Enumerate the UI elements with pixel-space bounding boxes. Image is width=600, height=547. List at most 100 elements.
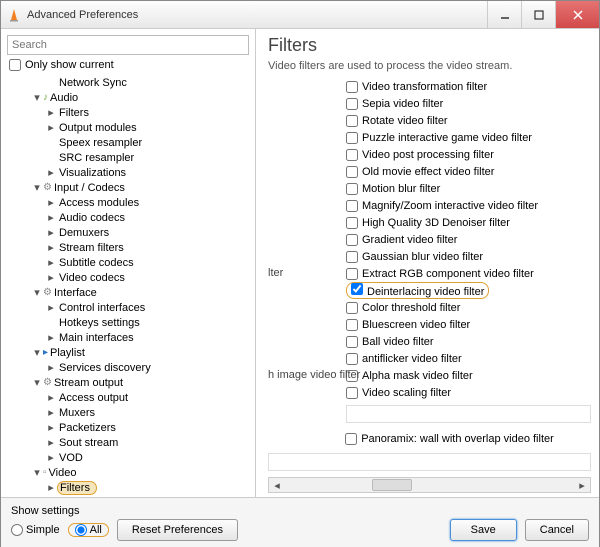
filter-label: Ball video filter [362, 336, 434, 348]
tree-item-label: Muxers [57, 407, 95, 419]
tree-item[interactable]: ▸Sout stream [41, 435, 249, 450]
input-strip[interactable] [268, 453, 591, 471]
radio-simple[interactable]: Simple [11, 524, 60, 536]
filter-checkbox[interactable] [346, 387, 358, 399]
reset-preferences-button[interactable]: Reset Preferences [117, 519, 238, 541]
filter-checkbox[interactable] [346, 353, 358, 365]
tree-item[interactable]: Speex resampler [41, 135, 249, 150]
filter-checkbox[interactable] [346, 98, 358, 110]
close-button[interactable] [555, 1, 599, 28]
expand-icon[interactable]: ▸ [45, 331, 57, 344]
filter-checkbox[interactable] [346, 166, 358, 178]
expand-icon[interactable]: ▸ [45, 226, 57, 239]
filter-checkbox[interactable] [346, 319, 358, 331]
panoramix-checkbox[interactable] [345, 433, 357, 445]
tree-item[interactable]: Hotkeys settings [41, 315, 249, 330]
filter-checkbox[interactable] [346, 217, 358, 229]
tree-item[interactable]: ▸Access output [41, 390, 249, 405]
tree-item[interactable]: ▾♪Audio [27, 90, 249, 105]
filter-checkbox[interactable] [346, 183, 358, 195]
expand-icon[interactable]: ▾ [31, 286, 43, 299]
gear-icon: ⚙ [43, 377, 52, 388]
expand-icon[interactable]: ▸ [45, 421, 57, 434]
expand-icon[interactable]: ▸ [45, 451, 57, 464]
expand-icon[interactable]: ▸ [45, 196, 57, 209]
tree-item[interactable]: ▸Packetizers [41, 420, 249, 435]
tree-item-label: Audio [48, 92, 78, 104]
tree-item[interactable]: ▸Subtitle codecs [41, 255, 249, 270]
scroll-right-icon[interactable]: ▸ [574, 479, 590, 492]
expand-icon[interactable]: ▾ [31, 181, 43, 194]
expand-icon[interactable]: ▾ [31, 466, 43, 479]
only-show-current-checkbox[interactable] [9, 59, 21, 71]
tree-item-label: Output modules [57, 122, 137, 134]
expand-icon[interactable]: ▾ [31, 346, 43, 359]
search-input[interactable] [7, 35, 249, 55]
filter-checkbox[interactable] [346, 200, 358, 212]
only-show-current[interactable]: Only show current [7, 59, 249, 71]
horizontal-scrollbar[interactable]: ◂ ▸ [268, 477, 591, 493]
expand-icon[interactable]: ▸ [45, 391, 57, 404]
tree-item[interactable]: Network Sync [41, 75, 249, 90]
tree-item[interactable]: ▸Services discovery [41, 360, 249, 375]
expand-icon[interactable]: ▸ [45, 271, 57, 284]
tree-item[interactable]: ▸Output modules [41, 120, 249, 135]
filter-row: Video scaling filter [268, 384, 591, 401]
scroll-thumb[interactable] [372, 479, 412, 491]
tree-item[interactable]: ▸Main interfaces [41, 330, 249, 345]
tree-item[interactable]: ▸Video codecs [41, 270, 249, 285]
tree-item[interactable]: ▸Audio codecs [41, 210, 249, 225]
tree-item[interactable]: ▸Demuxers [41, 225, 249, 240]
expand-icon[interactable]: ▾ [31, 376, 43, 389]
radio-simple-input[interactable] [11, 524, 23, 536]
expand-icon[interactable]: ▸ [45, 121, 57, 134]
expand-icon[interactable]: ▸ [45, 166, 57, 179]
filter-checkbox[interactable] [346, 302, 358, 314]
filter-checkbox[interactable] [346, 268, 358, 280]
tree-item[interactable]: ▸Filters [41, 105, 249, 120]
tree-item[interactable]: ▾⚙Input / Codecs [27, 180, 249, 195]
expand-icon[interactable]: ▸ [45, 481, 57, 494]
tree-item[interactable]: ▸Access modules [41, 195, 249, 210]
filter-checkbox[interactable] [346, 115, 358, 127]
expand-icon[interactable]: ▸ [45, 241, 57, 254]
radio-all-input[interactable] [75, 524, 87, 536]
tree-item[interactable]: SRC resampler [41, 150, 249, 165]
expand-icon[interactable]: ▸ [45, 211, 57, 224]
tree-item-label: Sout stream [57, 437, 118, 449]
tree-item[interactable]: ▸Stream filters [41, 240, 249, 255]
filter-checkbox[interactable] [346, 81, 358, 93]
tree-item[interactable]: ▾⚙Interface [27, 285, 249, 300]
minimize-button[interactable] [487, 1, 521, 28]
tree-item[interactable]: ▸Muxers [41, 405, 249, 420]
filter-checkbox[interactable] [346, 251, 358, 263]
radio-all[interactable]: All [68, 523, 109, 537]
maximize-button[interactable] [521, 1, 555, 28]
filter-row: Video post processing filter [268, 146, 591, 163]
expand-icon[interactable]: ▸ [45, 361, 57, 374]
tree-item[interactable]: ▸VOD [41, 450, 249, 465]
scroll-track[interactable] [285, 478, 574, 492]
filter-checkbox[interactable] [346, 234, 358, 246]
filter-checkbox[interactable] [346, 149, 358, 161]
filter-checkbox[interactable] [351, 283, 363, 295]
expand-icon[interactable]: ▸ [45, 301, 57, 314]
input-strip[interactable] [346, 405, 591, 423]
tree-item[interactable]: ▸Control interfaces [41, 300, 249, 315]
scroll-left-icon[interactable]: ◂ [269, 479, 285, 492]
preferences-tree[interactable]: Network Sync▾♪Audio▸Filters▸Output modul… [7, 75, 249, 495]
tree-item[interactable]: ▾▫Video [27, 465, 249, 480]
tree-item[interactable]: ▾⚙Stream output [27, 375, 249, 390]
expand-icon[interactable]: ▸ [45, 436, 57, 449]
filter-checkbox[interactable] [346, 336, 358, 348]
tree-item[interactable]: ▸Filters [41, 480, 249, 495]
expand-icon[interactable]: ▸ [45, 406, 57, 419]
tree-item[interactable]: ▸Visualizations [41, 165, 249, 180]
filter-checkbox[interactable] [346, 132, 358, 144]
tree-item[interactable]: ▾▸Playlist [27, 345, 249, 360]
save-button[interactable]: Save [450, 519, 517, 541]
expand-icon[interactable]: ▸ [45, 106, 57, 119]
expand-icon[interactable]: ▸ [45, 256, 57, 269]
expand-icon[interactable]: ▾ [31, 91, 43, 104]
cancel-button[interactable]: Cancel [525, 519, 589, 541]
